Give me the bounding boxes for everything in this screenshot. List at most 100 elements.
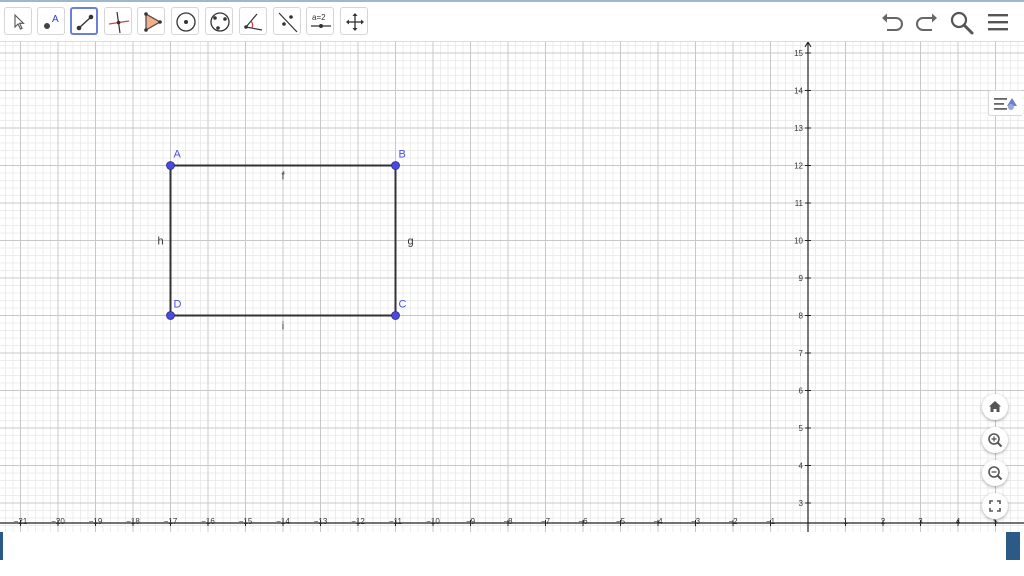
algebra-view-toggle-button[interactable] [988, 90, 1022, 116]
x-tick-label: 4 [956, 517, 961, 526]
y-tick-label: 6 [799, 387, 804, 396]
slider-icon: a=2 [311, 13, 331, 28]
y-tick-label: 9 [799, 274, 804, 283]
point-label-D: D [174, 299, 182, 311]
undo-button[interactable] [877, 8, 907, 38]
point-D [166, 311, 175, 320]
x-tick-label: −12 [351, 517, 365, 526]
bottom-area [0, 532, 1024, 576]
x-tick-label: −21 [14, 517, 28, 526]
x-tick-label: −2 [728, 517, 738, 526]
x-tick-label: −3 [691, 517, 701, 526]
x-tick-label: −8 [503, 517, 513, 526]
zoom-in-icon [988, 433, 1003, 448]
point-C [391, 311, 400, 320]
x-tick-label: −4 [653, 517, 663, 526]
polygon-icon [144, 12, 162, 32]
angle-icon [244, 13, 263, 31]
angle-tool-button[interactable] [239, 7, 267, 35]
move-graphics-view-tool-button[interactable] [340, 7, 368, 35]
menu-icon [988, 14, 1008, 31]
point-tool-button[interactable]: A [37, 7, 65, 35]
undo-icon [882, 13, 903, 31]
zoom-out-icon [988, 466, 1003, 481]
segment-label-g: g [407, 236, 413, 248]
y-tick-label: 10 [794, 237, 803, 246]
y-tick-label: 14 [794, 87, 803, 96]
cursor-arrow-icon [14, 13, 25, 30]
x-tick-label: 1 [843, 517, 848, 526]
circle-three-points-icon [210, 12, 230, 32]
x-tick-label: −16 [201, 517, 215, 526]
x-tick-label: −14 [276, 517, 290, 526]
algebra-view-toggle-icon [994, 98, 1017, 110]
perpendicular-line-tool-button[interactable] [104, 7, 132, 35]
y-tick-label: 13 [794, 124, 803, 133]
taskbar-edge-right [1006, 532, 1020, 560]
search-icon [950, 11, 974, 35]
y-tick-label: 4 [799, 462, 804, 471]
point-tool-glyph: A [52, 14, 59, 25]
x-tick-label: −7 [541, 517, 551, 526]
zoom-out-button[interactable] [982, 460, 1008, 486]
move-tool-button[interactable] [4, 7, 32, 35]
point-label-C: C [399, 299, 407, 311]
polygon-tool-button[interactable] [137, 7, 165, 35]
x-tick-label: −9 [466, 517, 476, 526]
toolbar: A a=2 [0, 2, 1024, 42]
x-tick-label: −5 [616, 517, 626, 526]
x-tick-label: −6 [578, 517, 588, 526]
y-tick-label: 11 [795, 199, 804, 208]
move-view-icon [346, 13, 364, 31]
fullscreen-icon [989, 500, 1001, 512]
y-tick-label: 5 [799, 424, 804, 433]
x-tick-label: −20 [51, 517, 65, 526]
point-label-B: B [399, 149, 406, 161]
graphics-view[interactable]: −21 −20 −19 −18 −17 −16 −15 −14 −13 −12 −11 −10 −9 −8… [0, 42, 1024, 532]
y-tick-label: 12 [794, 162, 803, 171]
y-tick-label: 15 [794, 49, 803, 58]
y-tick-label: 8 [799, 312, 804, 321]
reflect-about-line-icon [278, 12, 298, 33]
home-icon [989, 401, 1001, 412]
circle-center-point-icon [176, 12, 196, 32]
segment-tool-button[interactable] [70, 7, 98, 35]
segment-label-i: i [282, 321, 284, 333]
point-label-A: A [174, 149, 182, 161]
x-tick-label: −11 [389, 517, 403, 526]
standard-view-button[interactable] [982, 394, 1008, 420]
slider-tool-button[interactable]: a=2 [306, 7, 334, 35]
segment-label-h: h [157, 236, 163, 248]
x-tick-label: −19 [89, 517, 103, 526]
redo-icon [916, 13, 937, 31]
x-tick-label: 3 [918, 517, 923, 526]
fullscreen-button[interactable] [982, 493, 1008, 519]
slider-tool-glyph: a=2 [312, 13, 326, 22]
search-button[interactable] [947, 8, 977, 38]
x-tick-label: −17 [164, 517, 178, 526]
x-tick-label: −13 [314, 517, 328, 526]
y-tick-label: 7 [799, 349, 804, 358]
circle-tool-button[interactable] [171, 7, 199, 35]
rectangle-points[interactable]: A B C D [166, 149, 407, 320]
reflect-tool-button[interactable] [273, 7, 301, 35]
x-tick-label: −15 [239, 517, 253, 526]
point-B [391, 161, 400, 170]
taskbar-edge-left [0, 532, 3, 560]
redo-button[interactable] [912, 8, 942, 38]
point-A [166, 161, 175, 170]
x-tick-label: 2 [881, 517, 886, 526]
x-tick-label: −10 [426, 517, 440, 526]
x-tick-label: −1 [766, 517, 776, 526]
zoom-in-button[interactable] [982, 427, 1008, 453]
y-tick-label: 3 [799, 499, 804, 508]
x-tick-label: −18 [126, 517, 140, 526]
minor-grid [0, 42, 1024, 532]
rectangle-segments[interactable]: fgih [157, 164, 414, 333]
segment-icon [76, 14, 94, 31]
graphics-canvas[interactable]: −21 −20 −19 −18 −17 −16 −15 −14 −13 −12 −11 −10 −9 −8… [0, 42, 1024, 532]
point-icon: A [44, 14, 59, 29]
circle-three-points-tool-button[interactable] [205, 7, 233, 35]
perpendicular-icon [108, 11, 130, 34]
main-menu-button[interactable] [983, 8, 1013, 38]
